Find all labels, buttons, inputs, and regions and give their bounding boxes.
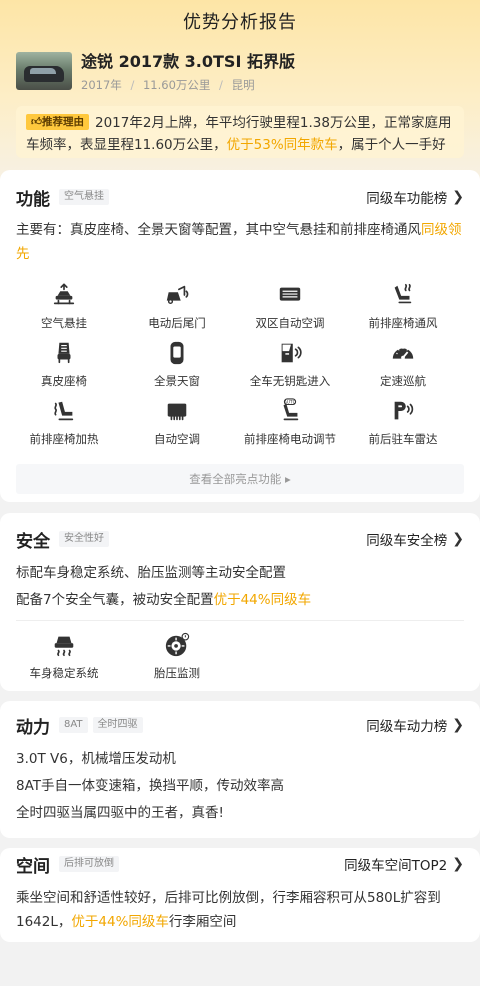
chevron-right-icon: ❯: [452, 856, 464, 872]
feature-label: 双区自动空调: [255, 316, 325, 330]
feature-label: 定速巡航: [380, 374, 426, 388]
chevron-right-icon: ❯: [452, 717, 464, 733]
feature-item[interactable]: 空气悬挂: [9, 282, 119, 331]
feature-label: 前排座椅通风: [368, 316, 438, 330]
feature-item[interactable]: 胎压监测: [122, 632, 232, 681]
seat-ventilation-icon: [394, 283, 412, 304]
feature-item[interactable]: 自动空调: [122, 398, 232, 447]
dual-zone-ac-icon: [279, 287, 301, 301]
safety-line-1: 标配车身稳定系统、胎压监测等主动安全配置: [16, 565, 286, 581]
stability-control-icon: [54, 636, 74, 657]
chevron-right-icon: ❯: [452, 531, 464, 547]
seat-heating-icon: [54, 401, 74, 421]
cruise-control-icon: [392, 347, 414, 360]
reason-highlight: 优于53%同年款车: [226, 137, 338, 153]
power-chip-2: 全时四驱: [92, 717, 143, 733]
feature-item[interactable]: 双区自动空调: [235, 282, 345, 331]
feature-label: 全车无钥匙进入: [249, 374, 331, 388]
auto-ac-icon: [167, 403, 187, 421]
space-desc: 乘坐空间和舒适性较好，后排可比例放倒，行李厢容积可从580L扩容到1642L，优…: [16, 890, 441, 930]
power-rank-link[interactable]: 同级车动力榜 ❯: [366, 715, 464, 735]
car-city: 昆明: [231, 78, 255, 92]
feature-item[interactable]: 全景天窗: [122, 340, 232, 389]
car-year: 2017年: [81, 78, 122, 92]
safety-card: 安全 安全性好 同级车安全榜 ❯ 标配车身稳定系统、胎压监测等主动安全配置 配备7…: [0, 513, 480, 691]
feature-label: 自动空调: [154, 432, 200, 446]
feature-item[interactable]: 前后驻车雷达: [348, 398, 458, 447]
feature-label: 胎压监测: [154, 666, 200, 680]
power-line-1: 3.0T V6，机械增压发动机: [16, 751, 176, 767]
tire-pressure-icon: [165, 632, 190, 657]
function-card: 功能 空气悬挂 同级车功能榜 ❯ 主要有：真皮座椅、全景天窗等配置，其中空气悬挂和…: [0, 170, 480, 502]
car-name: 途锐 2017款 3.0TSI 拓界版: [81, 52, 295, 71]
car-meta: 2017年 / 11.60万公里 / 昆明: [81, 78, 255, 92]
power-card: 动力 8AT 全时四驱 同级车动力榜 ❯ 3.0T V6，机械增压发动机 8AT手…: [0, 701, 480, 838]
feature-label: 全景天窗: [154, 374, 200, 388]
feature-item[interactable]: 电动后尾门: [122, 282, 232, 331]
space-title: 空间: [16, 856, 50, 877]
car-summary: 途锐 2017款 3.0TSI 拓界版 2017年 / 11.60万公里 / 昆…: [16, 52, 295, 92]
chevron-right-icon: ❯: [452, 189, 464, 205]
function-title: 功能: [16, 189, 50, 210]
feature-label: 前后驻车雷达: [368, 432, 438, 446]
feature-label: 真皮座椅: [41, 374, 87, 388]
feature-item[interactable]: 定速巡航: [348, 340, 458, 389]
thumb-up-icon: 👍︎: [31, 116, 42, 128]
parking-radar-icon: [394, 401, 414, 420]
air-suspension-icon: [53, 283, 75, 305]
function-chip: 空气悬挂: [59, 189, 109, 205]
feature-item[interactable]: 真皮座椅: [9, 340, 119, 389]
safety-rank-link[interactable]: 同级车安全榜 ❯: [366, 529, 464, 549]
feature-label: 前排座椅电动调节: [244, 432, 336, 446]
feature-item[interactable]: 全车无钥匙进入: [235, 340, 345, 389]
feature-item[interactable]: 车身稳定系统: [9, 632, 119, 681]
leather-seat-icon: [57, 342, 71, 364]
power-chip-1: 8AT: [59, 717, 88, 733]
feature-item[interactable]: 前排座椅通风: [348, 282, 458, 331]
safety-chip: 安全性好: [59, 531, 109, 547]
panoramic-sunroof-icon: [170, 341, 184, 365]
safety-line-2: 配备7个安全气囊，被动安全配置优于44%同级车: [16, 592, 312, 608]
car-thumbnail[interactable]: [16, 52, 72, 90]
space-rank-link[interactable]: 同级车空间TOP2 ❯: [344, 854, 464, 874]
view-all-features-button[interactable]: 查看全部亮点功能 ▸: [16, 464, 464, 494]
feature-item[interactable]: AUTO 前排座椅电动调节: [235, 398, 345, 447]
space-card: 空间 后排可放倒 同级车空间TOP2 ❯ 乘坐空间和舒适性较好，后排可比例放倒，行…: [0, 848, 480, 942]
keyless-entry-icon: [281, 343, 302, 363]
recommend-reason-tag: 👍︎推荐理由: [26, 114, 89, 130]
svg-text:AUTO: AUTO: [284, 399, 297, 405]
car-mileage: 11.60万公里: [142, 78, 211, 92]
feature-label: 车身稳定系统: [29, 666, 99, 680]
power-title: 动力: [16, 717, 50, 738]
power-tailgate-icon: [166, 285, 189, 305]
recommend-reason: 👍︎推荐理由 2017年2月上牌，年平均行驶里程1.38万公里，正常家庭用车频率，…: [16, 106, 464, 158]
feature-label: 前排座椅加热: [29, 432, 99, 446]
function-desc: 主要有：真皮座椅、全景天窗等配置，其中空气悬挂和前排座椅通风同级领先: [16, 222, 462, 262]
safety-divider: [16, 620, 464, 621]
power-line-2: 8AT手自一体变速箱，换挡平顺，传动效率高: [16, 778, 285, 794]
function-rank-link[interactable]: 同级车功能榜 ❯: [366, 187, 464, 207]
feature-label: 空气悬挂: [41, 316, 87, 330]
space-chip: 后排可放倒: [59, 856, 119, 872]
feature-label: 电动后尾门: [148, 316, 206, 330]
safety-title: 安全: [16, 531, 50, 552]
power-line-3: 全时四驱当属四驱中的王者，真香!: [16, 805, 224, 821]
power-seat-adjust-icon: AUTO: [283, 398, 299, 421]
page-title: 优势分析报告: [183, 12, 297, 33]
feature-item[interactable]: 前排座椅加热: [9, 398, 119, 447]
